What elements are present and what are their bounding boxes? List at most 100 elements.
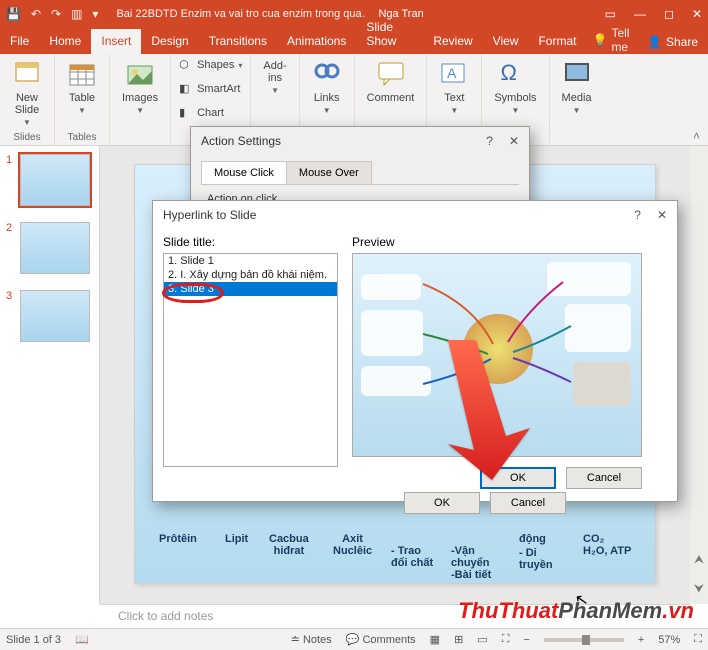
- spacer: [139, 132, 142, 143]
- preview-thumbnail: [352, 253, 642, 457]
- tell-me-label: Tell me: [611, 26, 637, 54]
- symbols-button[interactable]: Ω Symbols ▼: [490, 58, 540, 117]
- shapes-icon: ⬡: [179, 58, 193, 72]
- omega-icon: Ω: [500, 60, 530, 90]
- chart-label: Chart: [197, 107, 224, 119]
- qat-dropdown-icon[interactable]: ▾: [92, 7, 98, 21]
- new-slide-label: New Slide: [15, 92, 39, 116]
- media-button[interactable]: Media ▼: [558, 58, 596, 117]
- images-button[interactable]: Images ▼: [118, 58, 162, 117]
- new-slide-button[interactable]: New Slide ▼: [8, 58, 46, 129]
- action-ok-button[interactable]: OK: [404, 492, 480, 514]
- ribbon-group-slides: New Slide ▼ Slides: [0, 54, 55, 145]
- help-icon[interactable]: ?: [486, 134, 493, 148]
- share-button[interactable]: 👤Share: [637, 30, 708, 54]
- collapse-ribbon-icon[interactable]: ˄: [685, 127, 708, 145]
- redo-icon[interactable]: ↷: [51, 7, 61, 21]
- action-cancel-button[interactable]: Cancel: [490, 492, 566, 514]
- thumbnail-2[interactable]: 2: [6, 222, 93, 274]
- tab-home[interactable]: Home: [39, 29, 91, 54]
- tab-review[interactable]: Review: [423, 29, 482, 54]
- thumbnail-3-number: 3: [6, 290, 16, 302]
- tab-animations[interactable]: Animations: [277, 29, 356, 54]
- slide-text-axit: Axit Nuclêic: [333, 533, 372, 557]
- status-slide-info[interactable]: Slide 1 of 3: [6, 634, 61, 646]
- zoom-level[interactable]: 57%: [658, 634, 680, 646]
- view-slideshow-icon[interactable]: ⛶: [502, 633, 510, 646]
- action-dialog-buttons: OK Cancel: [404, 492, 566, 514]
- close-icon[interactable]: ✕: [692, 7, 702, 21]
- view-normal-icon[interactable]: ▦: [430, 633, 440, 646]
- text-label: Text: [444, 92, 464, 104]
- table-button[interactable]: Table ▼: [63, 58, 101, 117]
- tab-slideshow[interactable]: Slide Show: [356, 15, 423, 54]
- dialog-action-titlebar[interactable]: Action Settings ?✕: [191, 127, 529, 155]
- tab-insert[interactable]: Insert: [91, 29, 141, 54]
- text-button[interactable]: A Text ▼: [435, 58, 473, 117]
- watermark-part1: ThuThuat: [458, 598, 558, 623]
- spellcheck-icon[interactable]: 📖: [75, 633, 89, 646]
- save-icon[interactable]: 💾: [6, 7, 21, 21]
- spacer: [179, 132, 182, 143]
- list-item[interactable]: 1. Slide 1: [164, 254, 337, 268]
- media-label: Media: [562, 92, 592, 104]
- notes-toggle[interactable]: ≐ Notes: [291, 633, 332, 646]
- ok-button[interactable]: OK: [480, 467, 556, 489]
- next-slide-icon[interactable]: ⮟: [694, 581, 704, 596]
- tab-file[interactable]: File: [0, 29, 39, 54]
- status-bar: Slide 1 of 3 📖 ≐ Notes 💬 Comments ▦ ⊞ ▭ …: [0, 628, 708, 650]
- vertical-scrollbar[interactable]: ⮝ ⮟: [690, 146, 708, 604]
- restore-icon[interactable]: ◻: [664, 7, 674, 21]
- list-item[interactable]: 2. I. Xây dựng bản đồ khái niệm.: [164, 268, 337, 282]
- shapes-button[interactable]: ⬡Shapes▾: [179, 58, 242, 72]
- slide-text-co2: CO₂ H₂O, ATP: [583, 533, 631, 557]
- tab-format[interactable]: Format: [528, 29, 586, 54]
- symbols-label: Symbols: [494, 92, 536, 104]
- preview-label: Preview: [352, 235, 642, 249]
- close-icon[interactable]: ✕: [657, 208, 667, 222]
- images-icon: [125, 60, 155, 90]
- zoom-slider[interactable]: [544, 638, 624, 642]
- help-icon[interactable]: ?: [634, 208, 641, 222]
- tab-design[interactable]: Design: [141, 29, 198, 54]
- watermark: ThuThuatPhanMem.vn: [458, 598, 694, 624]
- view-reading-icon[interactable]: ▭: [477, 633, 487, 646]
- comment-icon: [376, 60, 406, 90]
- comments-toggle[interactable]: 💬 Comments: [346, 633, 416, 646]
- minimize-icon[interactable]: —: [634, 7, 646, 21]
- prev-slide-icon[interactable]: ⮝: [694, 552, 704, 567]
- close-icon[interactable]: ✕: [509, 134, 519, 148]
- start-from-beginning-icon[interactable]: ▥: [71, 7, 82, 21]
- chart-button[interactable]: ▮Chart: [179, 106, 224, 120]
- images-label: Images: [122, 92, 158, 104]
- tab-mouse-click[interactable]: Mouse Click: [201, 161, 287, 184]
- fit-to-window-icon[interactable]: ⛶: [694, 633, 702, 646]
- chevron-down-icon: ▼: [136, 106, 144, 115]
- links-button[interactable]: Links ▼: [308, 58, 346, 117]
- undo-icon[interactable]: ↶: [31, 7, 41, 21]
- action-tabs: Mouse Click Mouse Over: [201, 161, 519, 185]
- slide-title-listbox[interactable]: 1. Slide 1 2. I. Xây dựng bản đồ khái ni…: [163, 253, 338, 467]
- thumbnail-3[interactable]: 3: [6, 290, 93, 342]
- tab-transitions[interactable]: Transitions: [199, 29, 277, 54]
- comment-button[interactable]: Comment: [363, 58, 419, 106]
- zoom-in-icon[interactable]: +: [638, 634, 644, 646]
- addins-button[interactable]: Add- ins ▼: [259, 58, 290, 97]
- zoom-out-icon[interactable]: −: [523, 634, 529, 646]
- bulb-icon: 💡: [592, 33, 607, 47]
- addins-label: Add- ins: [263, 60, 286, 84]
- list-item-selected[interactable]: 3. Slide 3: [164, 282, 337, 296]
- ribbon-options-icon[interactable]: ▭: [605, 7, 616, 21]
- view-sorter-icon[interactable]: ⊞: [454, 633, 463, 646]
- tab-mouse-over[interactable]: Mouse Over: [286, 161, 372, 184]
- cancel-button[interactable]: Cancel: [566, 467, 642, 489]
- tab-view[interactable]: View: [483, 29, 529, 54]
- notes-placeholder: Click to add notes: [118, 609, 213, 623]
- watermark-part3: .vn: [662, 598, 694, 623]
- chevron-down-icon: ▼: [23, 118, 31, 127]
- media-icon: [562, 60, 592, 90]
- thumbnail-1[interactable]: 1: [6, 154, 93, 206]
- tell-me[interactable]: 💡 Tell me: [592, 26, 637, 54]
- dialog-hyper-titlebar[interactable]: Hyperlink to Slide ?✕: [153, 201, 677, 229]
- smartart-button[interactable]: ◧SmartArt: [179, 82, 240, 96]
